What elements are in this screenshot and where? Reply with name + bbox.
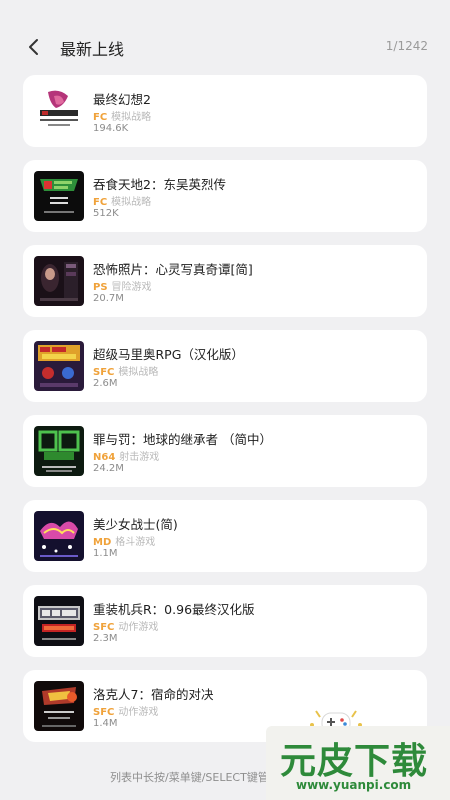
- footer-hint: 列表中长按/菜单键/SELECT键管: [110, 771, 269, 784]
- game-card[interactable]: 吞食天地2：东吴英烈传 FC 模拟战略 512K: [23, 160, 427, 232]
- file-size: 1.4M: [93, 718, 118, 729]
- genre-label: 动作游戏: [118, 622, 159, 633]
- back-button[interactable]: [22, 35, 46, 59]
- game-name: 重装机兵R：0.96最终汉化版: [93, 602, 255, 617]
- game-card[interactable]: 最终幻想2 FC 模拟战略 194.6K: [23, 75, 427, 147]
- file-size: 512K: [93, 208, 119, 219]
- game-meta: MD 格斗游戏: [93, 533, 155, 548]
- game-meta: PS 冒险游戏: [93, 278, 152, 293]
- game-meta: FC 模拟战略: [93, 193, 151, 208]
- platform-tag: PS: [93, 282, 108, 293]
- file-size: 2.6M: [93, 378, 118, 389]
- game-name: 最终幻想2: [93, 92, 151, 107]
- game-meta: FC 模拟战略: [93, 108, 151, 123]
- game-meta: SFC 模拟战略: [93, 363, 158, 378]
- file-size: 2.3M: [93, 633, 118, 644]
- watermark: 元皮下载 www.yuanpi.com: [266, 726, 450, 800]
- platform-tag: SFC: [93, 622, 115, 633]
- platform-tag: SFC: [93, 707, 115, 718]
- game-name: 恐怖照片：心灵写真奇谭[简]: [93, 262, 253, 277]
- game-thumbnail: [34, 426, 84, 476]
- game-name: 美少女战士(简): [93, 517, 178, 532]
- genre-label: 模拟战略: [111, 112, 152, 123]
- platform-tag: FC: [93, 112, 108, 123]
- game-name: 洛克人7：宿命的对决: [93, 687, 214, 702]
- game-card[interactable]: 罪与罚：地球的继承者 （简中） N64 射击游戏 24.2M: [23, 415, 427, 487]
- game-meta: SFC 动作游戏: [93, 703, 158, 718]
- genre-label: 冒险游戏: [111, 282, 152, 293]
- genre-label: 格斗游戏: [115, 537, 156, 548]
- genre-label: 模拟战略: [111, 197, 152, 208]
- genre-label: 模拟战略: [118, 367, 159, 378]
- platform-tag: SFC: [93, 367, 115, 378]
- game-thumbnail: [34, 681, 84, 731]
- game-thumbnail: [34, 341, 84, 391]
- game-thumbnail: [34, 256, 84, 306]
- game-list: 最终幻想2 FC 模拟战略 194.6K 吞食天地2：东吴英烈传 FC 模拟战略 5…: [23, 75, 427, 755]
- game-card[interactable]: 恐怖照片：心灵写真奇谭[简] PS 冒险游戏 20.7M: [23, 245, 427, 317]
- file-size: 20.7M: [93, 293, 124, 304]
- game-meta: N64 射击游戏: [93, 448, 159, 463]
- platform-tag: MD: [93, 537, 112, 548]
- game-name: 超级马里奥RPG（汉化版）: [93, 347, 244, 362]
- game-thumbnail: [34, 171, 84, 221]
- genre-label: 射击游戏: [119, 452, 160, 463]
- game-thumbnail: [34, 86, 84, 136]
- file-size: 24.2M: [93, 463, 124, 474]
- page-title: 最新上线: [60, 40, 125, 59]
- chevron-left-icon: [29, 39, 38, 55]
- game-card[interactable]: 美少女战士(简) MD 格斗游戏 1.1M: [23, 500, 427, 572]
- watermark-url: www.yuanpi.com: [296, 778, 412, 792]
- game-card[interactable]: 超级马里奥RPG（汉化版） SFC 模拟战略 2.6M: [23, 330, 427, 402]
- watermark-logo: 元皮下载: [280, 741, 429, 782]
- game-thumbnail: [34, 511, 84, 561]
- game-card[interactable]: 重装机兵R：0.96最终汉化版 SFC 动作游戏 2.3M: [23, 585, 427, 657]
- file-size: 194.6K: [93, 123, 129, 134]
- item-counter: 1/1242: [385, 39, 428, 53]
- platform-tag: N64: [93, 452, 116, 463]
- platform-tag: FC: [93, 197, 108, 208]
- game-meta: SFC 动作游戏: [93, 618, 158, 633]
- game-thumbnail: [34, 596, 84, 646]
- game-name: 吞食天地2：东吴英烈传: [93, 177, 226, 192]
- genre-label: 动作游戏: [118, 707, 159, 718]
- game-name: 罪与罚：地球的继承者 （简中）: [93, 432, 272, 447]
- file-size: 1.1M: [93, 548, 118, 559]
